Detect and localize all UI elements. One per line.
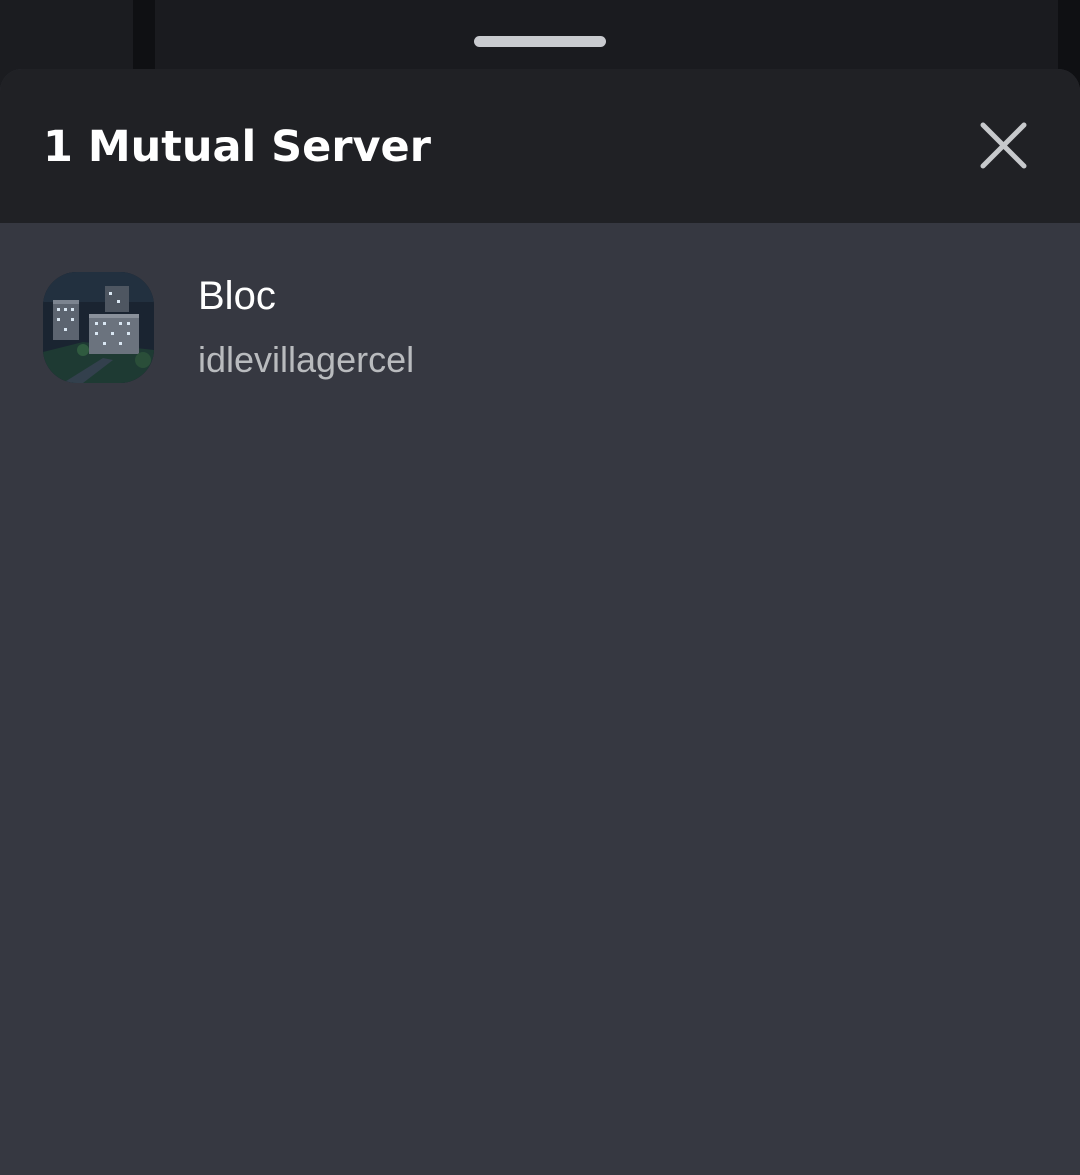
sheet-drag-handle[interactable] [474, 36, 606, 47]
close-button[interactable] [972, 117, 1034, 179]
server-icon [43, 272, 154, 383]
server-nickname: idlevillagercel [198, 339, 415, 380]
server-name: Bloc [198, 274, 276, 318]
sheet-header: 1 Mutual Server [0, 69, 1080, 223]
sheet-title: 1 Mutual Server [43, 122, 431, 172]
server-list-item[interactable]: Bloc idlevillagercel [0, 247, 1080, 407]
mutual-servers-sheet: 1 Mutual Server Bloc idlevillagercel [0, 69, 1080, 1175]
close-icon [972, 117, 1034, 179]
